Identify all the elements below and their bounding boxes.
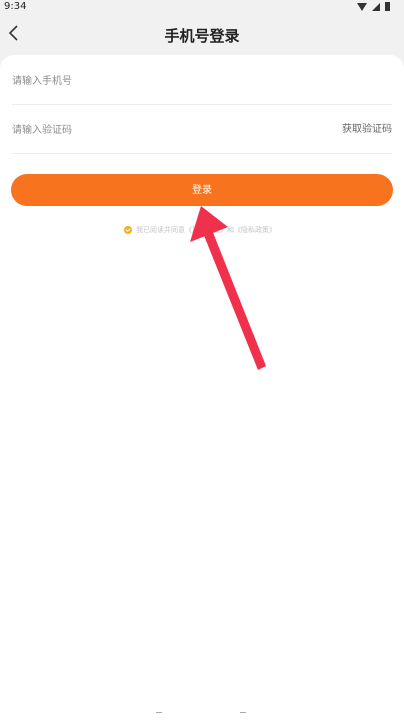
agreement-text[interactable]: 我已阅读并同意《用户协议》和《隐私政策》 <box>136 225 276 235</box>
battery-icon <box>385 2 390 11</box>
phone-field <box>12 57 392 105</box>
agreement-checkbox[interactable] <box>124 226 132 234</box>
cellular-signal-icon <box>372 2 380 11</box>
phone-input[interactable] <box>12 57 312 105</box>
page-title: 手机号登录 <box>164 27 240 45</box>
bottom-mark-left <box>156 712 162 717</box>
bottom-mark-right <box>240 712 246 717</box>
code-input[interactable] <box>12 106 312 154</box>
status-bar: 9:34 <box>0 0 404 14</box>
agreement-row: 我已阅读并同意《用户协议》和《隐私政策》 <box>124 224 276 236</box>
get-code-button[interactable]: 获取验证码 <box>342 106 392 154</box>
code-field: 获取验证码 <box>12 106 392 154</box>
bottom-handle <box>156 712 256 720</box>
wifi-icon <box>357 2 367 11</box>
status-icons <box>357 2 390 11</box>
login-button[interactable]: 登录 <box>11 174 393 206</box>
app-header: 手机号登录 <box>0 14 404 52</box>
status-time: 9:34 <box>4 1 27 12</box>
login-card: 获取验证码 <box>0 55 404 720</box>
